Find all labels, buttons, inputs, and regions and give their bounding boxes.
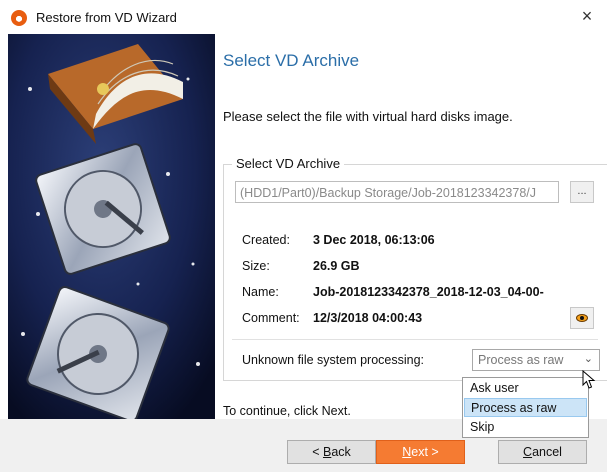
comment-value: 12/3/2018 04:00:43 xyxy=(313,311,423,325)
back-rest: ack xyxy=(331,445,351,459)
back-prefix: < xyxy=(312,445,323,459)
cancel-rest: ancel xyxy=(532,445,562,459)
dropdown-option-skip[interactable]: Skip xyxy=(464,418,587,437)
cancel-button[interactable]: Cancel xyxy=(498,440,587,464)
next-rest: ext > xyxy=(411,445,439,459)
app-icon xyxy=(11,10,27,26)
created-label: Created: xyxy=(242,233,290,247)
back-button[interactable]: < Back xyxy=(287,440,376,464)
fs-processing-value: Process as raw xyxy=(478,353,564,367)
size-value: 26.9 GB xyxy=(313,259,360,273)
archive-group: Select VD Archive (HDD1/Part0)/Backup St… xyxy=(223,156,607,381)
instruction-text: Please select the file with virtual hard… xyxy=(223,109,513,124)
size-label: Size: xyxy=(242,259,270,273)
fs-processing-label: Unknown file system processing: xyxy=(242,353,425,367)
name-label: Name: xyxy=(242,285,279,299)
dropdown-option-ask-user[interactable]: Ask user xyxy=(464,379,587,398)
created-value: 3 Dec 2018, 06:13:06 xyxy=(313,233,435,247)
fs-processing-dropdown: Ask user Process as raw Skip xyxy=(462,377,589,438)
wizard-content: Select VD Archive Please select the file… xyxy=(215,34,607,419)
wizard-side-illustration xyxy=(8,34,215,419)
archive-path-input[interactable]: (HDD1/Part0)/Backup Storage/Job-20181233… xyxy=(235,181,559,203)
title-bar: Restore from VD Wizard × xyxy=(0,0,607,34)
fs-processing-select[interactable]: Process as raw ⌄ xyxy=(472,349,600,371)
close-button[interactable]: × xyxy=(575,4,599,28)
eye-icon xyxy=(576,314,588,322)
comment-label: Comment: xyxy=(242,311,300,325)
archive-group-title: Select VD Archive xyxy=(232,156,345,171)
dropdown-option-process-as-raw[interactable]: Process as raw xyxy=(464,398,587,417)
cancel-mnemonic: C xyxy=(523,445,533,459)
window-title: Restore from VD Wizard xyxy=(36,10,177,25)
next-button[interactable]: Next > xyxy=(376,440,465,464)
browse-button[interactable]: ... xyxy=(570,181,594,203)
divider xyxy=(232,339,598,340)
name-value: Job-2018123342378_2018-12-03_04-00- xyxy=(313,285,544,299)
mouse-pointer-icon xyxy=(582,369,596,393)
next-mnemonic: N xyxy=(402,445,412,459)
page-title: Select VD Archive xyxy=(223,51,360,70)
view-comment-button[interactable] xyxy=(570,307,594,329)
chevron-down-icon[interactable]: ⌄ xyxy=(584,352,593,365)
continue-hint: To continue, click Next. xyxy=(223,404,351,418)
